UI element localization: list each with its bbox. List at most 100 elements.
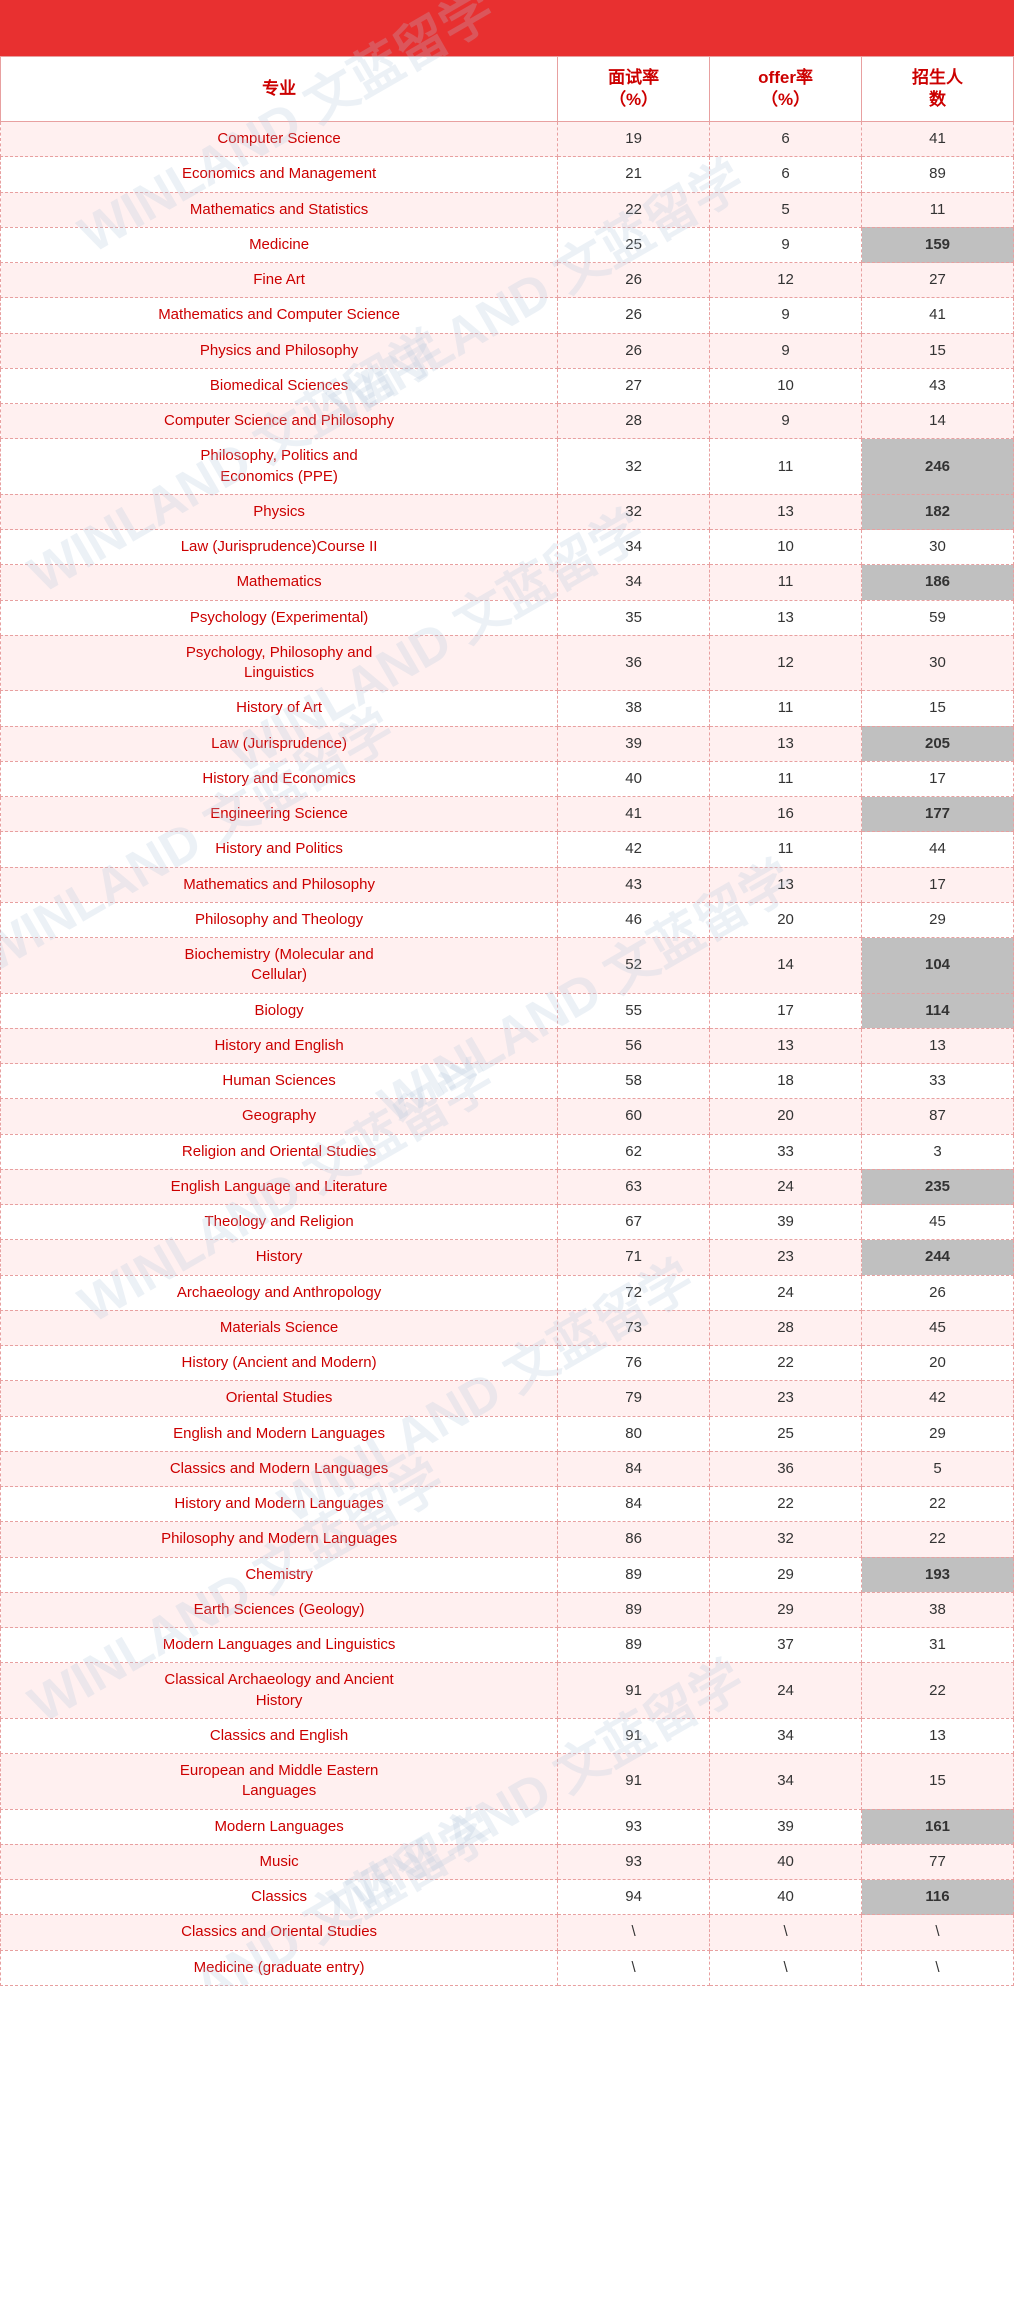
cell-major: English and Modern Languages: [1, 1416, 558, 1451]
cell-interview-rate: 79: [558, 1381, 710, 1416]
cell-offer-rate: 28: [710, 1310, 862, 1345]
table-row: Classics and English913413: [1, 1718, 1014, 1753]
cell-interview-rate: 19: [558, 122, 710, 157]
cell-interview-rate: 38: [558, 691, 710, 726]
table-row: Medicine (graduate entry)\\\: [1, 1950, 1014, 1985]
cell-offer-rate: 40: [710, 1880, 862, 1915]
cell-enrollment: 20: [862, 1346, 1014, 1381]
cell-enrollment: 5: [862, 1451, 1014, 1486]
cell-interview-rate: 52: [558, 938, 710, 994]
table-row: Physics3213182: [1, 494, 1014, 529]
cell-offer-rate: 9: [710, 404, 862, 439]
cell-offer-rate: 37: [710, 1628, 862, 1663]
cell-enrollment: 17: [862, 761, 1014, 796]
cell-offer-rate: 39: [710, 1205, 862, 1240]
cell-major: Chemistry: [1, 1557, 558, 1592]
table-row: Modern Languages9339161: [1, 1809, 1014, 1844]
cell-enrollment: 182: [862, 494, 1014, 529]
cell-enrollment: \: [862, 1950, 1014, 1985]
cell-major: Mathematics: [1, 565, 558, 600]
cell-offer-rate: 23: [710, 1381, 862, 1416]
table-header-row: 专业 面试率（%） offer率（%） 招生人数: [1, 57, 1014, 122]
cell-offer-rate: 11: [710, 832, 862, 867]
cell-offer-rate: 34: [710, 1718, 862, 1753]
cell-interview-rate: 34: [558, 530, 710, 565]
cell-interview-rate: 91: [558, 1754, 710, 1810]
table-row: Law (Jurisprudence)Course II341030: [1, 530, 1014, 565]
cell-interview-rate: 94: [558, 1880, 710, 1915]
cell-major: Philosophy, Politics andEconomics (PPE): [1, 439, 558, 495]
cell-enrollment: 38: [862, 1592, 1014, 1627]
cell-offer-rate: 40: [710, 1844, 862, 1879]
cell-major: Human Sciences: [1, 1064, 558, 1099]
table-row: Geography602087: [1, 1099, 1014, 1134]
cell-offer-rate: 12: [710, 263, 862, 298]
data-table: 专业 面试率（%） offer率（%） 招生人数 Computer Scienc…: [0, 56, 1014, 1986]
page-wrapper: WINLAND 文蓝留学 WINLAND 文蓝留学 WINLAND 文蓝留学 W…: [0, 0, 1014, 1986]
table-row: English Language and Literature6324235: [1, 1169, 1014, 1204]
cell-major: Philosophy and Theology: [1, 902, 558, 937]
cell-major: Computer Science: [1, 122, 558, 157]
cell-interview-rate: 42: [558, 832, 710, 867]
cell-major: History and Politics: [1, 832, 558, 867]
cell-enrollment: 29: [862, 1416, 1014, 1451]
cell-offer-rate: 29: [710, 1592, 862, 1627]
table-row: European and Middle EasternLanguages9134…: [1, 1754, 1014, 1810]
table-row: Materials Science732845: [1, 1310, 1014, 1345]
cell-major: Archaeology and Anthropology: [1, 1275, 558, 1310]
cell-interview-rate: 32: [558, 494, 710, 529]
table-row: Theology and Religion673945: [1, 1205, 1014, 1240]
cell-major: Classics: [1, 1880, 558, 1915]
cell-enrollment: 44: [862, 832, 1014, 867]
cell-interview-rate: 27: [558, 368, 710, 403]
cell-enrollment: 41: [862, 298, 1014, 333]
cell-major: European and Middle EasternLanguages: [1, 1754, 558, 1810]
cell-offer-rate: 39: [710, 1809, 862, 1844]
cell-interview-rate: 89: [558, 1628, 710, 1663]
cell-major: Computer Science and Philosophy: [1, 404, 558, 439]
cell-enrollment: 177: [862, 797, 1014, 832]
cell-enrollment: 193: [862, 1557, 1014, 1592]
table-row: Biomedical Sciences271043: [1, 368, 1014, 403]
cell-offer-rate: 16: [710, 797, 862, 832]
cell-enrollment: 13: [862, 1028, 1014, 1063]
cell-offer-rate: 20: [710, 902, 862, 937]
cell-enrollment: 31: [862, 1628, 1014, 1663]
cell-enrollment: 77: [862, 1844, 1014, 1879]
cell-offer-rate: 23: [710, 1240, 862, 1275]
table-row: Psychology, Philosophy andLinguistics361…: [1, 635, 1014, 691]
cell-major: Physics: [1, 494, 558, 529]
cell-interview-rate: 56: [558, 1028, 710, 1063]
cell-enrollment: 30: [862, 530, 1014, 565]
cell-enrollment: 27: [862, 263, 1014, 298]
table-row: Oriental Studies792342: [1, 1381, 1014, 1416]
cell-enrollment: 33: [862, 1064, 1014, 1099]
cell-interview-rate: 32: [558, 439, 710, 495]
table-row: History and English561313: [1, 1028, 1014, 1063]
table-row: Biology5517114: [1, 993, 1014, 1028]
table-row: Classics and Modern Languages84365: [1, 1451, 1014, 1486]
cell-interview-rate: 39: [558, 726, 710, 761]
cell-interview-rate: 26: [558, 263, 710, 298]
cell-interview-rate: 91: [558, 1718, 710, 1753]
cell-major: Mathematics and Philosophy: [1, 867, 558, 902]
cell-interview-rate: 67: [558, 1205, 710, 1240]
cell-enrollment: 17: [862, 867, 1014, 902]
cell-offer-rate: 22: [710, 1487, 862, 1522]
cell-interview-rate: 63: [558, 1169, 710, 1204]
table-row: Modern Languages and Linguistics893731: [1, 1628, 1014, 1663]
cell-offer-rate: \: [710, 1915, 862, 1950]
table-row: Medicine259159: [1, 227, 1014, 262]
cell-offer-rate: 13: [710, 600, 862, 635]
cell-offer-rate: 13: [710, 1028, 862, 1063]
cell-offer-rate: 11: [710, 761, 862, 796]
cell-offer-rate: 36: [710, 1451, 862, 1486]
table-row: Psychology (Experimental)351359: [1, 600, 1014, 635]
cell-offer-rate: 34: [710, 1754, 862, 1810]
cell-interview-rate: 28: [558, 404, 710, 439]
cell-offer-rate: 9: [710, 227, 862, 262]
cell-enrollment: 104: [862, 938, 1014, 994]
cell-offer-rate: 13: [710, 867, 862, 902]
table-row: Chemistry8929193: [1, 1557, 1014, 1592]
cell-offer-rate: 18: [710, 1064, 862, 1099]
